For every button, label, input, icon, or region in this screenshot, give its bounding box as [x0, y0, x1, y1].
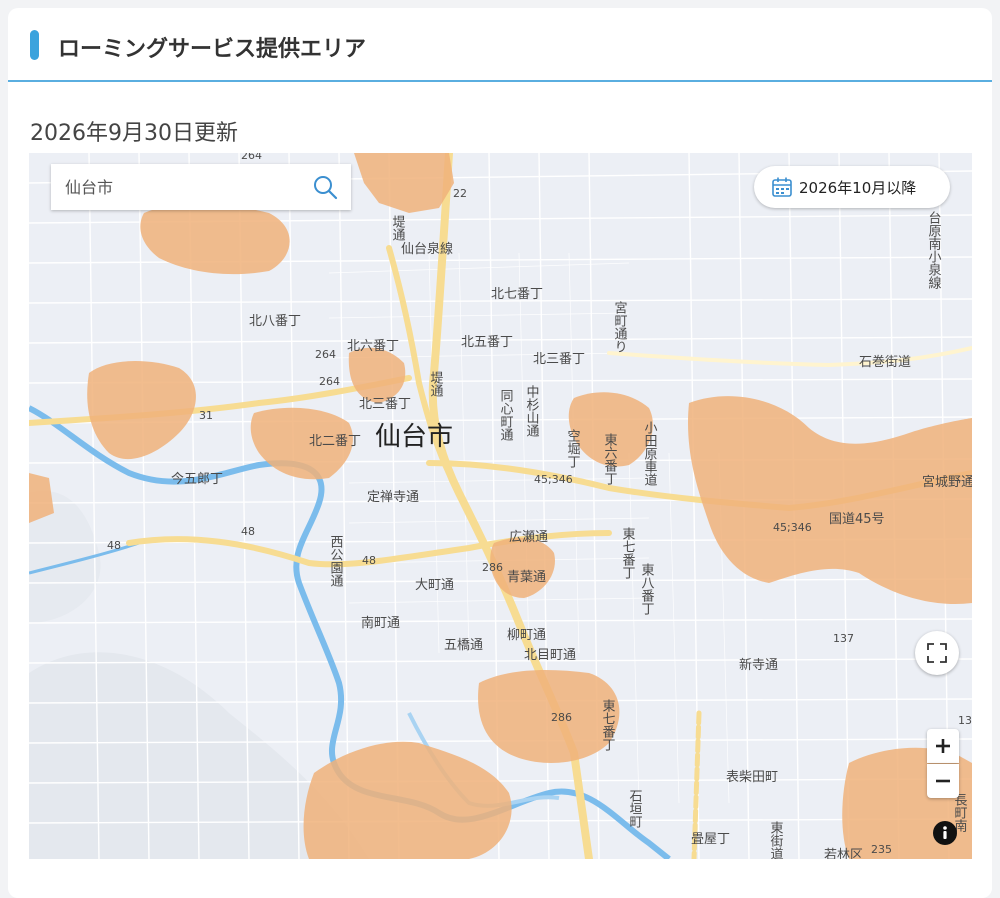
fullscreen-button[interactable]	[915, 631, 959, 675]
label-kita5: 北五番丁	[461, 335, 513, 350]
coverage-map[interactable]: 北七番丁 北八番丁 北六番丁 北五番丁 北三番丁 北三番丁 北二番丁 仙台泉線 …	[29, 153, 972, 859]
zoom-out-button[interactable]	[927, 764, 959, 798]
label-ishinomaki: 石巻街道	[859, 355, 911, 370]
label-nishikoen: 西公園通	[328, 535, 344, 587]
route-48b: 48	[107, 539, 121, 552]
calendar-icon	[771, 176, 793, 198]
label-sora: 空堀丁	[565, 429, 581, 468]
map-search-input[interactable]	[65, 175, 295, 199]
date-filter-chip[interactable]: 2026年10月以降	[754, 166, 950, 208]
label-doshin: 同心町通	[498, 389, 514, 441]
info-button[interactable]	[933, 821, 957, 845]
route-264a: 264	[241, 153, 262, 162]
plus-icon	[936, 739, 950, 753]
route-48a: 48	[241, 525, 255, 538]
map-search-box	[51, 164, 351, 210]
route-235: 235	[871, 843, 892, 856]
route-22: 22	[453, 187, 467, 200]
fullscreen-icon	[927, 643, 947, 663]
route-286a: 286	[482, 561, 503, 574]
zoom-in-button[interactable]	[927, 729, 959, 763]
card-header: ローミングサービス提供エリア	[8, 8, 992, 82]
label-higashi7: 東七番丁	[620, 526, 636, 579]
label-kokudo45: 国道45号	[829, 512, 885, 527]
map-canvas[interactable]: 北七番丁 北八番丁 北六番丁 北五番丁 北三番丁 北三番丁 北二番丁 仙台泉線 …	[29, 153, 972, 859]
label-kita2: 北二番丁	[309, 434, 361, 449]
label-kita7: 北七番丁	[491, 287, 543, 302]
label-kita3-w: 北三番丁	[359, 397, 411, 412]
route-137: 137	[833, 632, 854, 645]
minus-icon	[936, 779, 950, 783]
route-45b: 45;346	[773, 521, 812, 534]
label-ochiai: 今五郎丁	[171, 471, 223, 487]
label-itsuhashi: 五橋通	[444, 638, 483, 653]
label-higashi6: 東六番丁	[602, 432, 618, 485]
update-date: 2026年9月30日更新	[30, 121, 238, 146]
label-nakasugi: 中杉山通	[524, 385, 540, 437]
label-aoba: 青葉通	[507, 570, 546, 585]
route-286b: 286	[551, 711, 572, 724]
date-filter-label: 2026年10月以降	[799, 179, 917, 197]
label-omotecho: 表柴田町	[726, 770, 778, 785]
city-label: 仙台市	[375, 422, 453, 452]
info-icon	[943, 826, 947, 839]
label-higashi8: 東八番丁	[639, 562, 655, 615]
search-icon[interactable]	[311, 173, 339, 201]
route-45a: 45;346	[534, 473, 573, 486]
label-omachi: 大町通	[415, 578, 454, 593]
label-hirose: 広瀬通	[509, 530, 548, 545]
label-yanagi: 柳町通	[507, 628, 546, 643]
page-title: ローミングサービス提供エリア	[58, 37, 367, 62]
label-miyamachi: 宮町通り	[612, 300, 628, 353]
label-senzan: 仙台泉線	[401, 241, 453, 257]
route-48c: 48	[362, 554, 376, 567]
label-kita6: 北六番丁	[347, 339, 399, 354]
route-137b: 137	[958, 714, 972, 727]
label-josen: 定禅寺通	[367, 490, 419, 505]
label-kita3-e: 北三番丁	[533, 352, 585, 367]
label-kitame: 北目町通	[524, 648, 576, 663]
label-okamachi: 畳屋丁	[691, 832, 730, 847]
label-wakabayashi: 若林区	[824, 847, 863, 859]
label-minami: 南町通	[361, 615, 400, 631]
route-264c: 264	[319, 375, 340, 388]
label-miyagino: 宮城野通	[922, 474, 972, 490]
label-ryosen: 台原南小泉線	[926, 211, 942, 289]
label-kita8: 北八番丁	[249, 314, 301, 329]
label-higashi7b: 東七番丁	[600, 698, 616, 751]
route-31: 31	[199, 409, 213, 422]
label-odawara: 小田原車道	[642, 421, 658, 486]
label-teidori: 堤通	[390, 215, 406, 241]
label-higashikaido: 東街道	[768, 820, 784, 859]
header-accent-bar	[30, 30, 39, 60]
label-ishigaki: 石垣町	[627, 789, 643, 828]
route-264b: 264	[315, 348, 336, 361]
label-tsutsumi-v: 堤通	[428, 371, 444, 397]
label-shinteradori: 新寺通	[739, 657, 778, 673]
